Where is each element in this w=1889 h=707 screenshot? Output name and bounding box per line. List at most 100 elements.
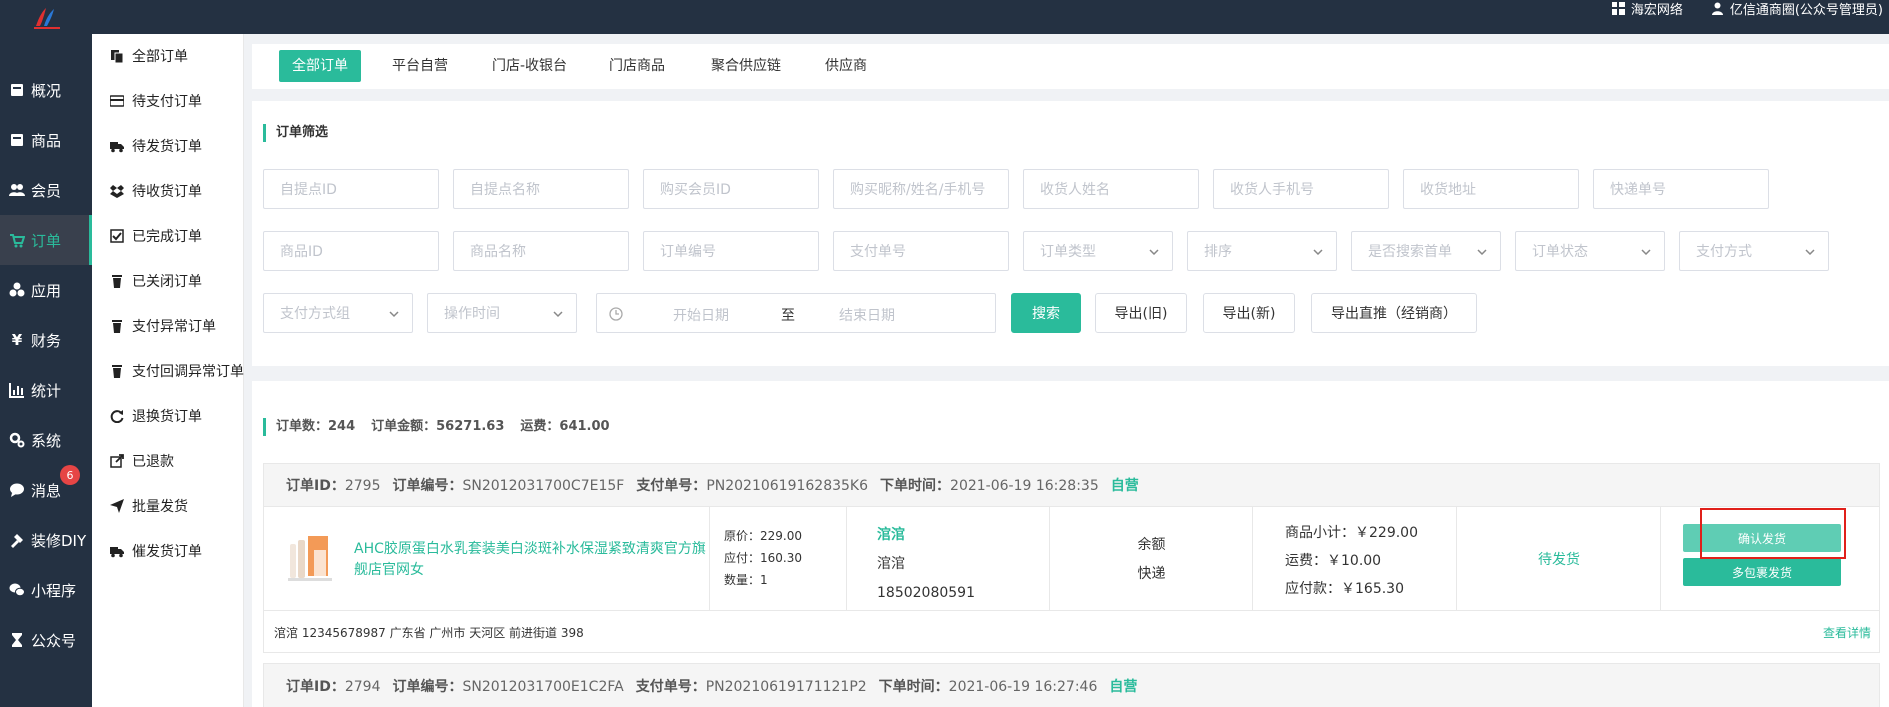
chevron-down-icon — [553, 311, 563, 318]
subnav-completed[interactable]: 已完成订单 — [110, 224, 202, 248]
tracking-number-input[interactable]: 快递单号 — [1593, 169, 1769, 209]
tab-store-cashier[interactable]: 门店-收银台 — [479, 50, 580, 82]
nav-label: 消息 — [31, 481, 62, 500]
order-status-select[interactable]: 订单状态 — [1515, 231, 1665, 271]
brand-logo-icon[interactable] — [32, 6, 62, 30]
pay-group-select[interactable]: 支付方式组 — [263, 293, 413, 333]
refresh-icon — [110, 410, 124, 423]
chevron-down-icon — [389, 311, 399, 318]
subnav-callback-exception[interactable]: 支付回调异常订单 — [110, 359, 244, 383]
order-body: AHC胶原蛋白水乳套装美白淡斑补水保湿紧致清爽官方旗舰店官网女 原价：229.0… — [264, 506, 1879, 611]
subnav-to-receive[interactable]: 待收货订单 — [110, 179, 202, 203]
trash-icon — [112, 365, 122, 378]
subnav-all-orders[interactable]: 全部订单 — [110, 44, 188, 68]
multi-package-ship-button[interactable]: 多包裹发货 — [1683, 558, 1841, 586]
user-menu[interactable]: 亿信通商圈(公众号管理员) — [1711, 0, 1883, 18]
main-nav: 概况 商品 会员 订单 应用 ¥ 财务 统计 系统 消息 6 装修DIY 小程序 — [0, 34, 92, 707]
nav-item-official-account[interactable]: 公众号 — [0, 615, 92, 665]
truck-icon — [110, 142, 124, 153]
tab-platform-self[interactable]: 平台自营 — [379, 50, 461, 82]
product-name-link[interactable]: AHC胶原蛋白水乳套装美白淡斑补水保湿紧致清爽官方旗舰店官网女 — [354, 539, 708, 581]
buyer-nickname-link[interactable]: 涫涫 — [877, 521, 975, 550]
nav-item-system[interactable]: 系统 — [0, 415, 92, 465]
subnav-closed[interactable]: 已关闭订单 — [110, 269, 202, 293]
pay-sn-input[interactable]: 支付单号 — [833, 231, 1009, 271]
goods-id-input[interactable]: 商品ID — [263, 231, 439, 271]
chevron-down-icon — [1313, 249, 1323, 256]
pay-method: 余额 — [1137, 537, 1166, 553]
nav-item-members[interactable]: 会员 — [0, 165, 92, 215]
order-sn-input[interactable]: 订单编号 — [643, 231, 819, 271]
pay-method-select[interactable]: 支付方式 — [1679, 231, 1829, 271]
quantity: 数量：1 — [724, 573, 768, 587]
trash-icon — [112, 320, 122, 333]
product-thumbnail[interactable] — [284, 532, 336, 584]
first-order-select[interactable]: 是否搜索首单 — [1351, 231, 1501, 271]
nav-item-miniprogram[interactable]: 小程序 — [0, 565, 92, 615]
subnav-payment-exception[interactable]: 支付异常订单 — [110, 314, 216, 338]
date-range-picker[interactable]: 开始日期 至 结束日期 — [596, 293, 996, 333]
ship-method: 快递 — [1137, 566, 1166, 582]
tab-all-orders[interactable]: 全部订单 — [279, 50, 361, 82]
subnav-returns[interactable]: 退换货订单 — [110, 404, 202, 428]
nav-item-finance[interactable]: ¥ 财务 — [0, 315, 92, 365]
export-old-button[interactable]: 导出(旧) — [1095, 293, 1187, 333]
buyer-phone: 18502080591 — [877, 585, 975, 601]
order-sub-nav: 全部订单 待支付订单 待发货订单 待收货订单 已完成订单 已关闭订单 支付异常订… — [92, 34, 244, 707]
shipping-address: 涫涫 12345678987 广东省 广州市 天河区 前进街道 398 — [274, 626, 584, 640]
goods-name-input[interactable]: 商品名称 — [453, 231, 629, 271]
payment-cell: 余额 快递 — [1050, 507, 1253, 611]
receiver-name-input[interactable]: 收货人姓名 — [1023, 169, 1199, 209]
nav-item-overview[interactable]: 概况 — [0, 65, 92, 115]
filter-title: 订单筛选 — [263, 124, 328, 142]
apps-icon — [9, 282, 25, 297]
org-switch[interactable]: 海宏网络 — [1611, 0, 1683, 18]
sort-select[interactable]: 排序 — [1187, 231, 1337, 271]
price-cell: 原价：229.00 应付：160.30 数量：1 — [710, 507, 847, 611]
grid-icon — [1611, 1, 1625, 15]
view-detail-link[interactable]: 查看详情 — [1823, 624, 1871, 641]
member-id-input[interactable]: 购买会员ID — [643, 169, 819, 209]
export-direct-button[interactable]: 导出直推（经销商） — [1311, 293, 1477, 333]
nav-item-stats[interactable]: 统计 — [0, 365, 92, 415]
message-count-badge: 6 — [60, 465, 80, 485]
date-separator: 至 — [781, 308, 795, 324]
date-end[interactable]: 结束日期 — [839, 305, 895, 325]
order-id: 2795 — [344, 478, 381, 494]
subnav-to-ship[interactable]: 待发货订单 — [110, 134, 202, 158]
nav-item-messages[interactable]: 消息 6 — [0, 465, 92, 515]
tab-supplier[interactable]: 供应商 — [812, 50, 880, 82]
export-new-button[interactable]: 导出(新) — [1203, 293, 1295, 333]
amount-cell: 商品小计：￥229.00 运费：￥10.00 应付款：￥165.30 — [1253, 507, 1457, 611]
order-card: 订单ID：2795 订单编号：SN2012031700C7E15F 支付单号：P… — [263, 463, 1880, 653]
subnav-batch-ship[interactable]: 批量发货 — [110, 494, 188, 518]
nav-label: 财务 — [31, 331, 62, 350]
order-type-select[interactable]: 订单类型 — [1023, 231, 1173, 271]
user-name: 亿信通商圈(公众号管理员) — [1729, 2, 1883, 18]
tab-store-goods[interactable]: 门店商品 — [596, 50, 678, 82]
order-sn: SN2012031700E1C2FA — [462, 679, 624, 695]
payable-amount: 应付款：￥165.30 — [1285, 581, 1404, 597]
nav-item-orders[interactable]: 订单 — [0, 215, 92, 265]
subnav-refunded[interactable]: 已退款 — [110, 449, 174, 473]
tab-supply-chain[interactable]: 聚合供应链 — [698, 50, 794, 82]
search-button[interactable]: 搜索 — [1011, 293, 1081, 333]
nav-item-diy[interactable]: 装修DIY — [0, 515, 92, 565]
nav-label: 统计 — [31, 381, 62, 400]
pickup-name-input[interactable]: 自提点名称 — [453, 169, 629, 209]
order-source-tabs: 全部订单 平台自营 门店-收银台 门店商品 聚合供应链 供应商 — [252, 44, 1889, 89]
subnav-unpaid[interactable]: 待支付订单 — [110, 89, 202, 113]
date-start[interactable]: 开始日期 — [673, 305, 729, 325]
subnav-urge-ship[interactable]: 催发货订单 — [110, 539, 202, 563]
nav-item-goods[interactable]: 商品 — [0, 115, 92, 165]
product-cell: AHC胶原蛋白水乳套装美白淡斑补水保湿紧致清爽官方旗舰店官网女 — [264, 507, 710, 611]
buyer-name: 涫涫 — [877, 556, 905, 572]
buyer-info-input[interactable]: 购买昵称/姓名/手机号 — [833, 169, 1009, 209]
order-header: 订单ID：2794 订单编号：SN2012031700E1C2FA 支付单号：P… — [264, 664, 1879, 707]
nav-item-apps[interactable]: 应用 — [0, 265, 92, 315]
pickup-id-input[interactable]: 自提点ID — [263, 169, 439, 209]
receiver-address-input[interactable]: 收货地址 — [1403, 169, 1579, 209]
order-sn: SN2012031700C7E15F — [462, 478, 625, 494]
receiver-phone-input[interactable]: 收货人手机号 — [1213, 169, 1389, 209]
operate-time-select[interactable]: 操作时间 — [427, 293, 577, 333]
